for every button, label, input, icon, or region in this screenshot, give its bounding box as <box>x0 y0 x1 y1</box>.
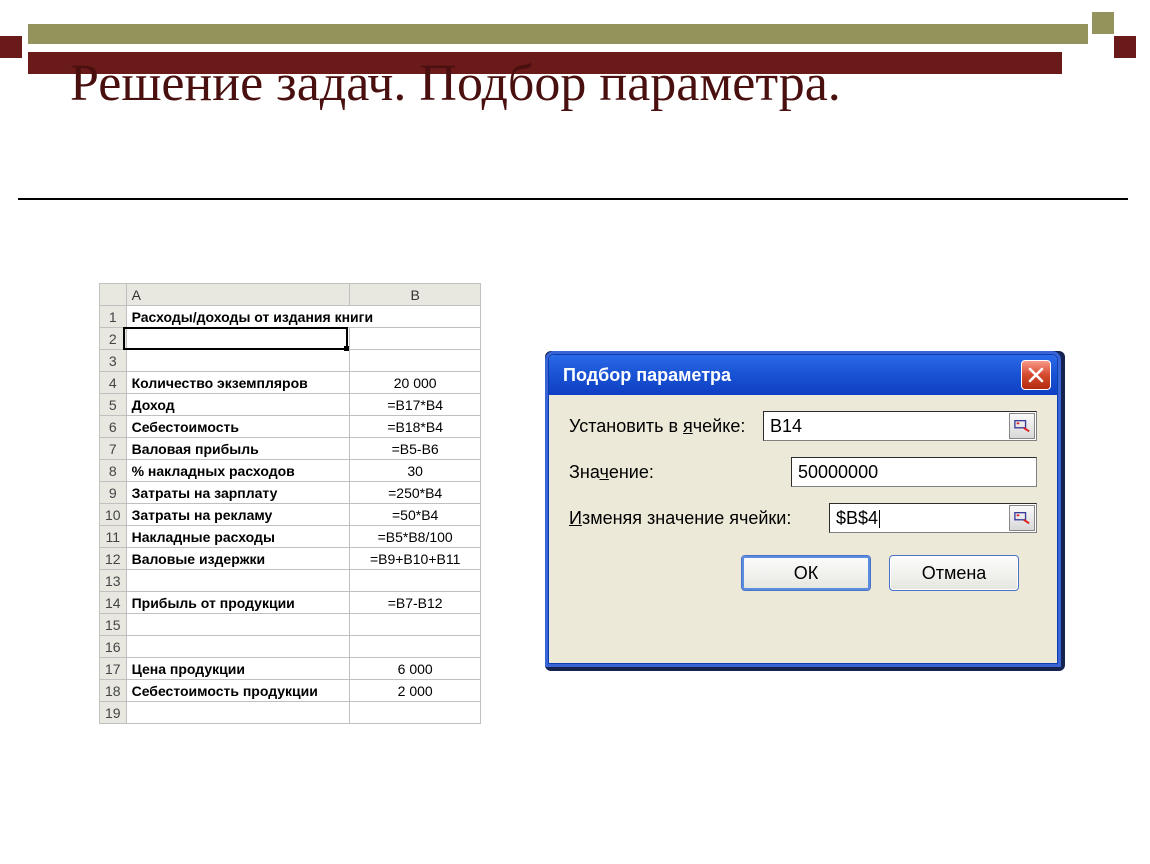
set-cell-label: Установить в ячейке: <box>569 416 763 437</box>
cell[interactable]: Прибыль от продукции <box>126 592 350 614</box>
close-icon <box>1028 367 1044 383</box>
row-header[interactable]: 9 <box>100 482 127 504</box>
cell[interactable]: Количество экземпляров <box>126 372 350 394</box>
decorative-square-maroon-right <box>1114 36 1136 58</box>
cell[interactable]: % накладных расходов <box>126 460 350 482</box>
decorative-square-olive <box>1092 12 1114 34</box>
cell[interactable] <box>350 636 481 658</box>
row-header[interactable]: 17 <box>100 658 127 680</box>
cell[interactable]: Накладные расходы <box>126 526 350 548</box>
cell[interactable]: 2 000 <box>350 680 481 702</box>
row-header[interactable]: 7 <box>100 438 127 460</box>
changing-cell-input[interactable]: $B$4 <box>830 506 1008 531</box>
cell[interactable] <box>350 614 481 636</box>
row-header[interactable]: 8 <box>100 460 127 482</box>
corner-cell[interactable] <box>100 284 127 306</box>
cell[interactable]: Цена продукции <box>126 658 350 680</box>
row-header[interactable]: 15 <box>100 614 127 636</box>
row-header[interactable]: 2 <box>100 328 127 350</box>
cell[interactable] <box>126 328 350 350</box>
cell[interactable]: Валовые издержки <box>126 548 350 570</box>
slide-title: Решение задач. Подбор параметра. <box>70 54 970 114</box>
dialog-title: Подбор параметра <box>563 365 731 386</box>
changing-cell-label: Изменяя значение ячейки: <box>569 508 829 529</box>
collapse-dialog-button-2[interactable] <box>1009 505 1035 531</box>
value-label: Значение: <box>569 462 791 483</box>
collapse-dialog-button[interactable] <box>1009 413 1035 439</box>
cell[interactable]: =50*B4 <box>350 504 481 526</box>
ok-button[interactable]: ОК <box>741 555 871 591</box>
row-header[interactable]: 11 <box>100 526 127 548</box>
row-header[interactable]: 14 <box>100 592 127 614</box>
column-header-b[interactable]: B <box>350 284 481 306</box>
row-header[interactable]: 5 <box>100 394 127 416</box>
row-header[interactable]: 6 <box>100 416 127 438</box>
reference-edit-icon <box>1014 419 1030 433</box>
row-header[interactable]: 13 <box>100 570 127 592</box>
row-header[interactable]: 10 <box>100 504 127 526</box>
cell[interactable]: Доход <box>126 394 350 416</box>
close-button[interactable] <box>1021 360 1051 390</box>
cell[interactable]: =B7-B12 <box>350 592 481 614</box>
cell[interactable]: =B9+B10+B11 <box>350 548 481 570</box>
cell[interactable]: =B5-B6 <box>350 438 481 460</box>
decorative-square-maroon-left <box>0 36 22 58</box>
row-header[interactable]: 1 <box>100 306 127 328</box>
set-cell-input[interactable] <box>764 414 1008 439</box>
row-header[interactable]: 18 <box>100 680 127 702</box>
cell[interactable]: =B5*B8/100 <box>350 526 481 548</box>
decorative-bar-olive <box>28 24 1088 44</box>
row-header[interactable]: 19 <box>100 702 127 724</box>
row-header[interactable]: 3 <box>100 350 127 372</box>
cell[interactable] <box>350 350 481 372</box>
cell[interactable] <box>126 636 350 658</box>
row-header[interactable]: 12 <box>100 548 127 570</box>
title-underline <box>18 198 1128 200</box>
cell[interactable]: Себестоимость продукции <box>126 680 350 702</box>
row-header[interactable]: 16 <box>100 636 127 658</box>
cell[interactable] <box>350 328 481 350</box>
cell[interactable]: =B18*B4 <box>350 416 481 438</box>
cell[interactable] <box>126 570 350 592</box>
column-header-a[interactable]: A <box>126 284 350 306</box>
cell[interactable] <box>126 702 350 724</box>
goal-seek-dialog: Подбор параметра Установить в ячейке: <box>548 354 1058 664</box>
cell[interactable]: 20 000 <box>350 372 481 394</box>
value-input[interactable] <box>792 460 1036 485</box>
cell[interactable]: Расходы/доходы от издания книги <box>126 306 480 328</box>
cell[interactable]: Себестоимость <box>126 416 350 438</box>
row-header[interactable]: 4 <box>100 372 127 394</box>
cell[interactable] <box>350 570 481 592</box>
cell[interactable] <box>126 614 350 636</box>
cell[interactable]: Затраты на рекламу <box>126 504 350 526</box>
cancel-button[interactable]: Отмена <box>889 555 1019 591</box>
spreadsheet: A B 1Расходы/доходы от издания книги234К… <box>99 283 481 724</box>
cell[interactable]: 30 <box>350 460 481 482</box>
cell[interactable]: Затраты на зарплату <box>126 482 350 504</box>
cell[interactable]: Валовая прибыль <box>126 438 350 460</box>
reference-edit-icon <box>1014 511 1030 525</box>
dialog-titlebar[interactable]: Подбор параметра <box>549 355 1057 395</box>
cell[interactable] <box>126 350 350 372</box>
cell[interactable] <box>350 702 481 724</box>
cell[interactable]: =250*B4 <box>350 482 481 504</box>
cell[interactable]: =B17*B4 <box>350 394 481 416</box>
cell[interactable]: 6 000 <box>350 658 481 680</box>
